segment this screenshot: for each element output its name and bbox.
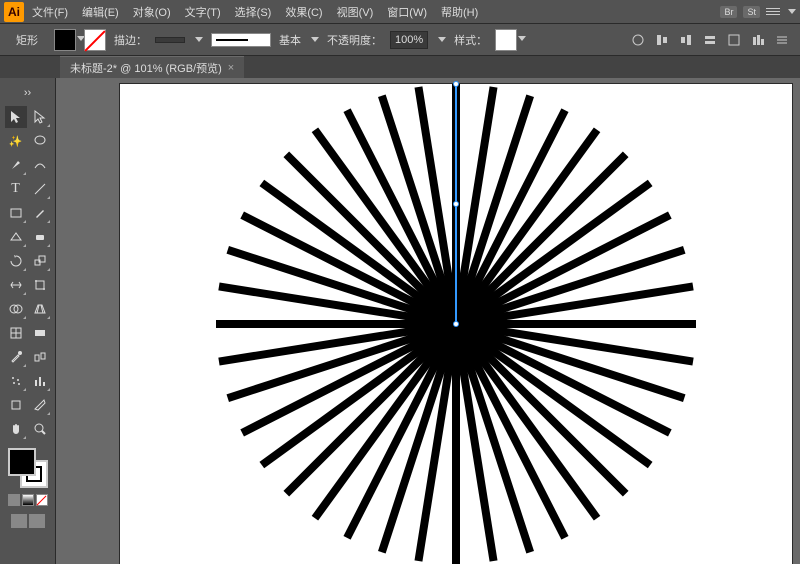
control-toolbar: 矩形 描边： 基本 不透明度： 100% 样式： <box>0 24 800 56</box>
magic-wand-tool[interactable]: ✨ <box>5 130 27 152</box>
canvas-area[interactable] <box>56 78 800 564</box>
workspace: ›› ✨ T <box>0 78 800 564</box>
menu-type[interactable]: 文字(T) <box>179 2 227 22</box>
stroke-style-label: 基本 <box>279 32 301 48</box>
screen-mode-button[interactable] <box>29 514 45 528</box>
stroke-profile-preview[interactable] <box>211 33 271 47</box>
eraser-tool[interactable] <box>29 226 51 248</box>
shape-builder-tool[interactable] <box>5 298 27 320</box>
perspective-grid-tool[interactable] <box>29 298 51 320</box>
shaper-tool[interactable] <box>5 226 27 248</box>
selection-handle-bottom[interactable] <box>453 321 459 327</box>
selection-handle-top[interactable] <box>453 81 459 87</box>
rectangle-tool[interactable] <box>5 202 27 224</box>
selection-tool[interactable] <box>5 106 27 128</box>
menu-view[interactable]: 视图(V) <box>331 2 380 22</box>
gradient-mode-button[interactable] <box>22 494 34 506</box>
app-logo: Ai <box>4 2 24 22</box>
curvature-tool[interactable] <box>29 154 51 176</box>
opacity-input[interactable]: 100% <box>390 31 428 49</box>
symbol-sprayer-tool[interactable] <box>5 370 27 392</box>
menu-file[interactable]: 文件(F) <box>26 2 74 22</box>
selection-indicator <box>455 84 457 324</box>
recolor-icon[interactable] <box>628 30 648 50</box>
stock-badge[interactable]: St <box>743 6 760 18</box>
fill-color-swatch[interactable] <box>8 448 36 476</box>
shape-type-label: 矩形 <box>8 30 46 50</box>
gradient-tool[interactable] <box>29 322 51 344</box>
none-mode-button[interactable] <box>36 494 48 506</box>
stroke-swatch[interactable] <box>84 29 106 51</box>
lasso-tool[interactable] <box>29 130 51 152</box>
more-options-icon[interactable] <box>772 30 792 50</box>
menu-select[interactable]: 选择(S) <box>229 2 278 22</box>
tab-title: 未标题-2* @ 101% (RGB/预览) <box>70 60 222 76</box>
arrange-documents-icon[interactable] <box>766 8 780 15</box>
menubar: Ai 文件(F) 编辑(E) 对象(O) 文字(T) 选择(S) 效果(C) 视… <box>0 0 800 24</box>
paintbrush-tool[interactable] <box>29 202 51 224</box>
workspace-dropdown-icon[interactable] <box>788 9 796 14</box>
tools-panel: ›› ✨ T <box>0 78 56 564</box>
fill-stroke-swatches[interactable] <box>6 446 50 490</box>
line-tool[interactable] <box>29 178 51 200</box>
align-right-icon[interactable] <box>700 30 720 50</box>
type-tool[interactable]: T <box>5 178 27 200</box>
menu-object[interactable]: 对象(O) <box>127 2 177 22</box>
isolate-icon[interactable] <box>748 30 768 50</box>
artboard-tool[interactable] <box>5 394 27 416</box>
color-mode-button[interactable] <box>8 494 20 506</box>
selection-handle-mid[interactable] <box>453 201 459 207</box>
slice-tool[interactable] <box>29 394 51 416</box>
align-left-icon[interactable] <box>652 30 672 50</box>
close-tab-icon[interactable]: × <box>228 62 234 74</box>
stroke-style-dropdown-icon[interactable] <box>311 37 319 42</box>
stroke-weight-dropdown-icon[interactable] <box>195 37 203 42</box>
zoom-tool[interactable] <box>29 418 51 440</box>
menu-edit[interactable]: 编辑(E) <box>76 2 125 22</box>
stroke-weight-input[interactable] <box>155 37 185 43</box>
panel-grip-icon[interactable]: ›› <box>17 82 39 104</box>
graphic-style-swatch[interactable] <box>495 29 517 51</box>
direct-selection-tool[interactable] <box>29 106 51 128</box>
hand-tool[interactable] <box>5 418 27 440</box>
mesh-tool[interactable] <box>5 322 27 344</box>
opacity-label: 不透明度： <box>327 32 382 48</box>
eyedropper-tool[interactable] <box>5 346 27 368</box>
style-label: 样式： <box>454 32 487 48</box>
bridge-badge[interactable]: Br <box>720 6 737 18</box>
starburst-ray[interactable] <box>456 320 696 328</box>
stroke-label: 描边： <box>114 32 147 48</box>
align-center-icon[interactable] <box>676 30 696 50</box>
menu-help[interactable]: 帮助(H) <box>435 2 484 22</box>
screen-mode-buttons <box>11 514 45 528</box>
opacity-dropdown-icon[interactable] <box>438 37 446 42</box>
column-graph-tool[interactable] <box>29 370 51 392</box>
scale-tool[interactable] <box>29 250 51 272</box>
document-tab[interactable]: 未标题-2* @ 101% (RGB/预览) × <box>60 56 244 79</box>
pen-tool[interactable] <box>5 154 27 176</box>
free-transform-tool[interactable] <box>29 274 51 296</box>
menu-window[interactable]: 窗口(W) <box>381 2 433 22</box>
color-mode-buttons <box>8 494 48 506</box>
draw-normal-button[interactable] <box>11 514 27 528</box>
fill-swatch[interactable] <box>54 29 76 51</box>
blend-tool[interactable] <box>29 346 51 368</box>
width-tool[interactable] <box>5 274 27 296</box>
menu-effect[interactable]: 效果(C) <box>279 2 328 22</box>
artboard[interactable] <box>120 84 792 564</box>
document-tabbar: 未标题-2* @ 101% (RGB/预览) × <box>0 56 800 78</box>
transform-icon[interactable] <box>724 30 744 50</box>
rotate-tool[interactable] <box>5 250 27 272</box>
